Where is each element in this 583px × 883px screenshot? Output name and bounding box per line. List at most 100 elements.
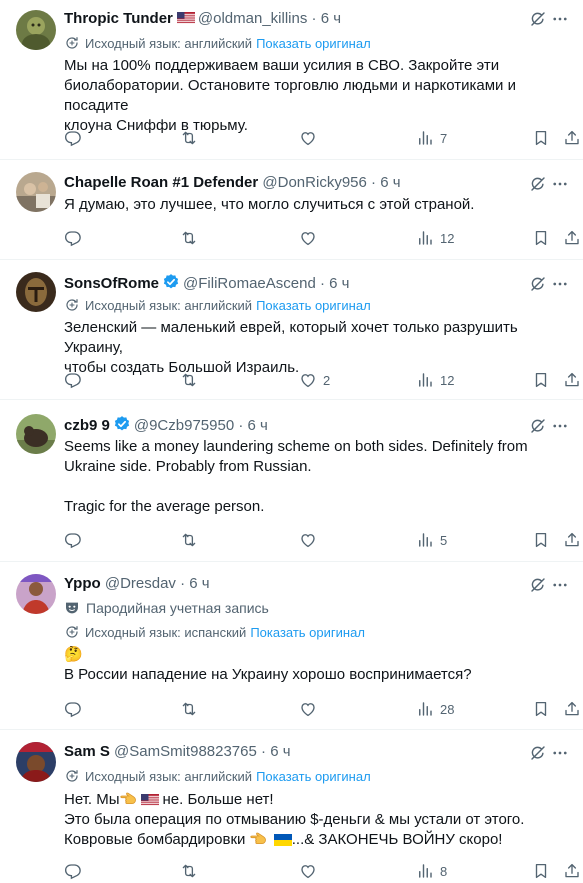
avatar[interactable]	[16, 10, 56, 50]
avatar[interactable]	[16, 272, 56, 312]
display-name[interactable]: Yppo	[64, 575, 101, 592]
views-button[interactable]: 12	[416, 370, 454, 390]
views-button[interactable]: 8	[416, 861, 447, 881]
show-original-link[interactable]: Показать оригинал	[256, 769, 371, 784]
share-button[interactable]	[563, 699, 581, 719]
like-button[interactable]	[299, 699, 317, 719]
repost-button[interactable]	[180, 861, 198, 881]
views-button[interactable]: 5	[416, 530, 447, 550]
display-name[interactable]: Chapelle Roan #1 Defender	[64, 174, 258, 191]
repost-icon	[180, 129, 198, 147]
share-button[interactable]	[563, 861, 581, 881]
timestamp[interactable]: 6 ч	[380, 174, 400, 191]
repost-button[interactable]	[180, 530, 198, 550]
reply-button[interactable]	[64, 228, 82, 248]
share-button[interactable]	[563, 228, 581, 248]
grok-icon[interactable]	[529, 275, 547, 293]
separator: ·	[311, 10, 317, 27]
like-button[interactable]: 2	[299, 370, 330, 390]
timestamp[interactable]: 6 ч	[329, 275, 349, 292]
reply-button[interactable]	[64, 699, 82, 719]
reply-button[interactable]	[64, 370, 82, 390]
display-name[interactable]: czb9 9	[64, 417, 110, 434]
ukraine-flag-icon	[274, 834, 292, 846]
views-button[interactable]: 7	[416, 128, 447, 148]
handle[interactable]: @9Czb975950	[134, 417, 234, 434]
show-original-link[interactable]: Показать оригинал	[256, 36, 371, 51]
reply-icon	[64, 229, 82, 247]
bookmark-button[interactable]	[532, 861, 550, 881]
handle[interactable]: @DonRicky956	[262, 174, 366, 191]
more-icon[interactable]	[551, 576, 569, 594]
repost-button[interactable]	[180, 228, 198, 248]
like-button[interactable]	[299, 128, 317, 148]
post[interactable]: Chapelle Roan #1 Defender @DonRicky956 ·…	[0, 160, 583, 260]
post-header: czb9 9 @9Czb975950 · 6 ч	[64, 415, 569, 435]
bookmark-button[interactable]	[532, 228, 550, 248]
action-bar: 28	[64, 699, 569, 719]
post-text: Я думаю, это лучшее, что могло случиться…	[64, 195, 569, 215]
show-original-link[interactable]: Показать оригинал	[250, 625, 365, 640]
handle[interactable]: @oldman_killins	[198, 10, 307, 27]
share-button[interactable]	[563, 530, 581, 550]
grok-icon[interactable]	[529, 576, 547, 594]
like-button[interactable]	[299, 228, 317, 248]
reply-button[interactable]	[64, 128, 82, 148]
like-button[interactable]	[299, 861, 317, 881]
more-icon[interactable]	[551, 10, 569, 28]
avatar[interactable]	[16, 414, 56, 454]
share-button[interactable]	[563, 370, 581, 390]
repost-button[interactable]	[180, 370, 198, 390]
action-bar: 12	[64, 228, 569, 248]
reply-button[interactable]	[64, 530, 82, 550]
separator: ·	[371, 174, 377, 191]
more-icon[interactable]	[551, 417, 569, 435]
more-icon[interactable]	[551, 275, 569, 293]
bookmark-button[interactable]	[532, 370, 550, 390]
handle[interactable]: @Dresdav	[105, 575, 176, 592]
timestamp[interactable]: 6 ч	[270, 743, 290, 760]
display-name[interactable]: Thropic Tunder	[64, 10, 173, 27]
views-button[interactable]: 12	[416, 228, 454, 248]
more-icon[interactable]	[551, 744, 569, 762]
avatar[interactable]	[16, 742, 56, 782]
handle[interactable]: @SamSmit98823765	[114, 743, 257, 760]
separator: ·	[238, 417, 244, 434]
timestamp[interactable]: 6 ч	[321, 10, 341, 27]
reply-icon	[64, 129, 82, 147]
views-count: 12	[440, 372, 455, 388]
post-text-line: В России нападение на Украину хорошо вос…	[64, 666, 472, 683]
post[interactable]: Thropic Tunder @oldman_killins · 6 ч Исхо…	[0, 0, 583, 160]
grok-icon[interactable]	[529, 10, 547, 28]
bookmark-button[interactable]	[532, 699, 550, 719]
post-text-line	[64, 477, 569, 497]
timestamp[interactable]: 6 ч	[248, 417, 268, 434]
timestamp[interactable]: 6 ч	[189, 575, 209, 592]
bookmark-button[interactable]	[532, 530, 550, 550]
reply-button[interactable]	[64, 861, 82, 881]
post[interactable]: SonsOfRome @FiliRomaeAscend · 6 ч Исходны…	[0, 260, 583, 400]
views-button[interactable]: 28	[416, 699, 454, 719]
grok-icon[interactable]	[529, 175, 547, 193]
repost-button[interactable]	[180, 128, 198, 148]
show-original-link[interactable]: Показать оригинал	[256, 298, 371, 313]
post[interactable]: Sam S @SamSmit98823765 · 6 ч Исходный яз…	[0, 730, 583, 883]
translation-label: Исходный язык: английский	[85, 769, 253, 784]
display-name[interactable]: SonsOfRome	[64, 275, 159, 292]
like-button[interactable]	[299, 530, 317, 550]
avatar[interactable]	[16, 574, 56, 614]
post-text: 🤔 В России нападение на Украину хорошо в…	[64, 645, 569, 685]
post[interactable]: czb9 9 @9Czb975950 · 6 ч Seems like a mon…	[0, 400, 583, 562]
avatar[interactable]	[16, 172, 56, 212]
display-name[interactable]: Sam S	[64, 743, 110, 760]
share-button[interactable]	[563, 128, 581, 148]
post[interactable]: Yppo @Dresdav · 6 ч Пародийная учетная з…	[0, 562, 583, 730]
more-icon[interactable]	[551, 175, 569, 193]
grok-icon[interactable]	[529, 417, 547, 435]
handle[interactable]: @FiliRomaeAscend	[183, 275, 316, 292]
bookmark-button[interactable]	[532, 128, 550, 148]
grok-icon[interactable]	[529, 744, 547, 762]
post-text-line: Tragic for the average person.	[64, 498, 265, 515]
repost-button[interactable]	[180, 699, 198, 719]
translation-note: Исходный язык: испанский Показать оригина…	[64, 624, 365, 642]
